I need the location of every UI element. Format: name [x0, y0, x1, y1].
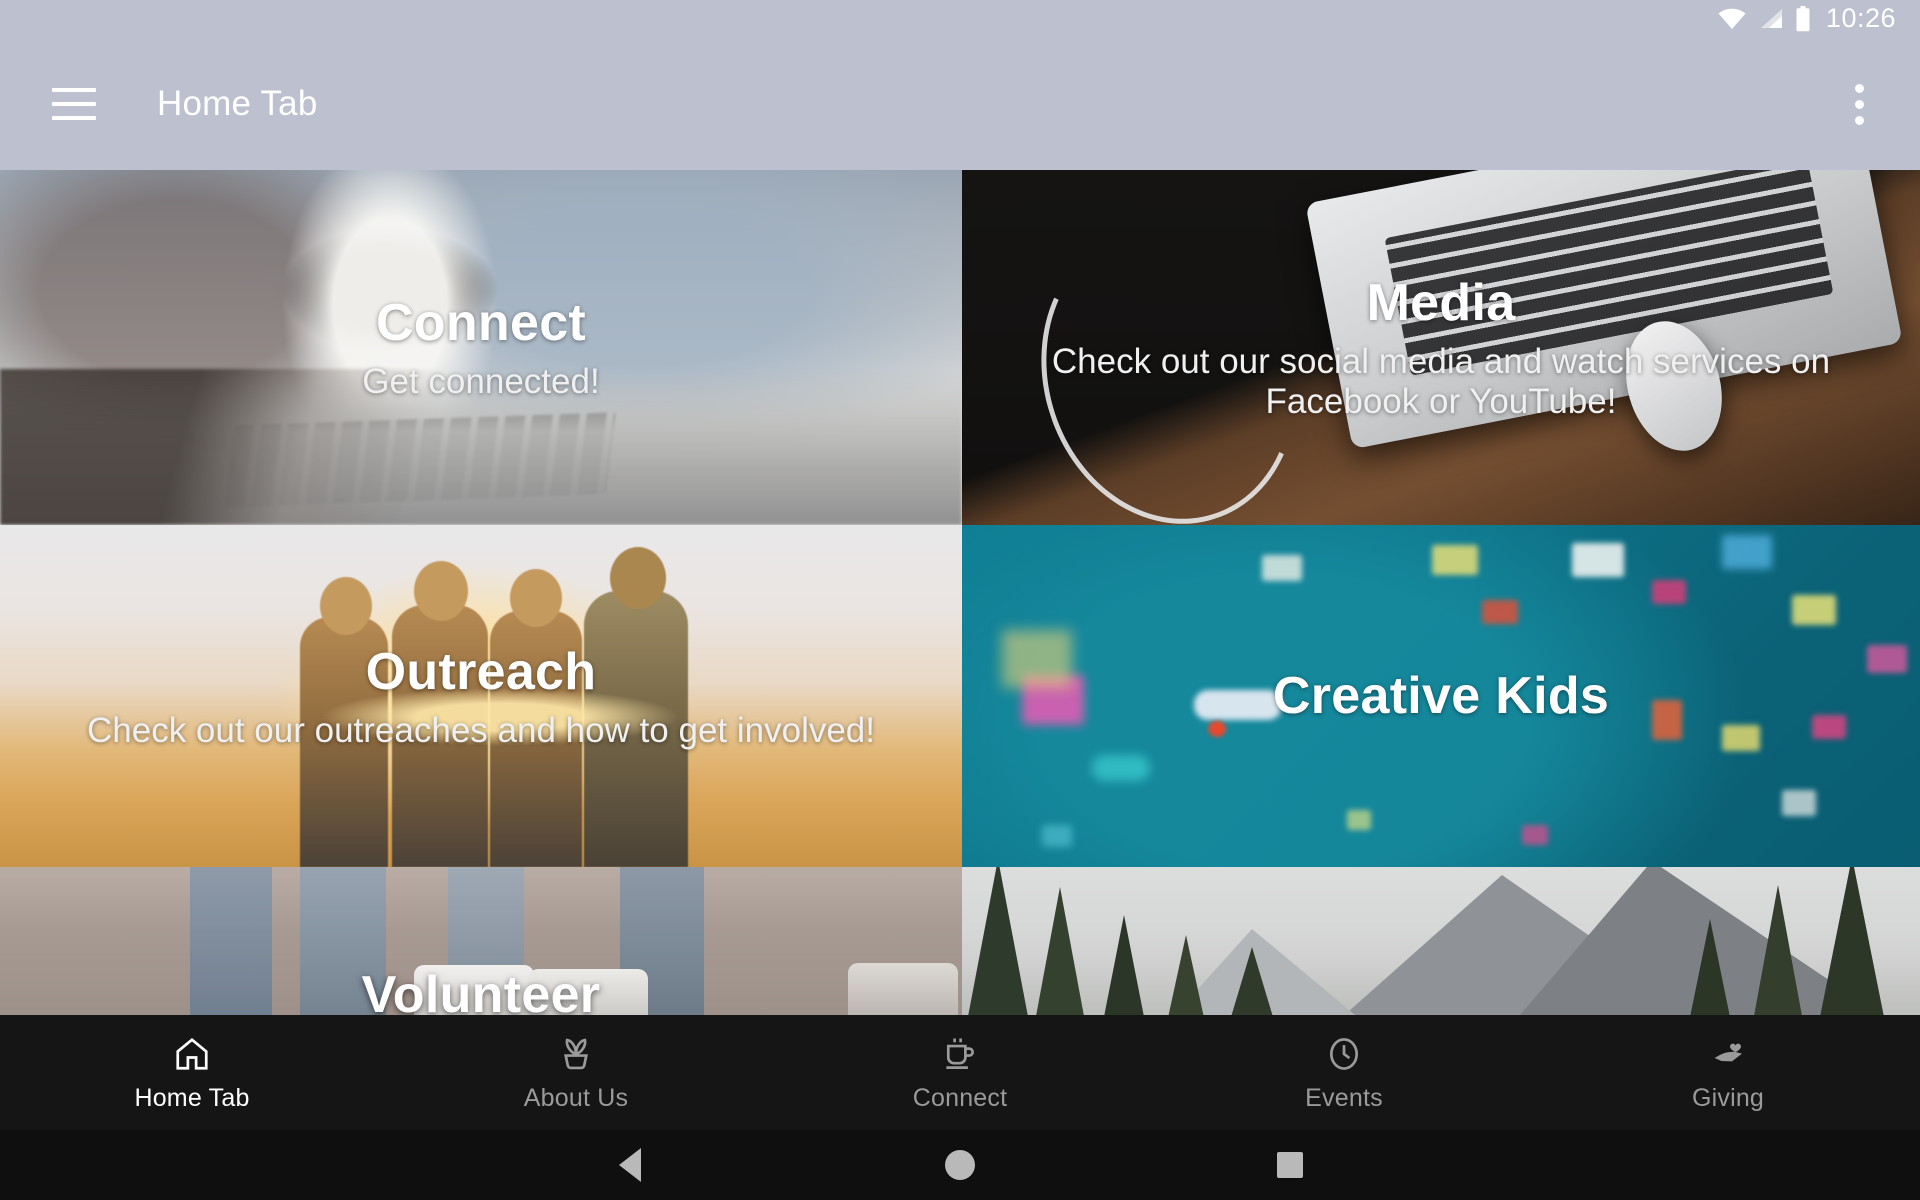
nav-label-giving: Giving — [1691, 1083, 1765, 1112]
tile-row-3: Volunteer — [0, 867, 1920, 1015]
tile-mountains[interactable] — [962, 867, 1920, 1015]
wifi-icon — [1718, 8, 1746, 30]
tile-creative-kids[interactable]: Creative Kids — [962, 525, 1920, 867]
tile-row-1: Connect Get connected! Media Check out o… — [0, 170, 1920, 525]
tile-row-2: Outreach Check out our outreaches and ho… — [0, 525, 1920, 867]
tile-outreach-subtitle: Check out our outreaches and how to get … — [87, 710, 875, 750]
tile-media-subtitle: Check out our social media and watch ser… — [1051, 342, 1831, 421]
back-triangle-icon — [619, 1148, 641, 1182]
status-bar-clock: 10:26 — [1825, 2, 1896, 33]
tile-grid: Connect Get connected! Media Check out o… — [0, 170, 1920, 1015]
recents-square-icon — [1277, 1152, 1303, 1178]
nav-label-events: Events — [1305, 1083, 1383, 1112]
nav-label-about-us: About Us — [523, 1083, 629, 1112]
status-bar: 10:26 — [0, 0, 1920, 38]
nav-item-about-us[interactable]: About Us — [384, 1033, 768, 1113]
mountains-background-image — [962, 867, 1920, 1015]
page-title: Home Tab — [157, 84, 318, 123]
sprout-icon — [557, 1033, 595, 1075]
nav-label-home-tab: Home Tab — [134, 1083, 250, 1112]
tile-creative-kids-title: Creative Kids — [1272, 667, 1610, 725]
home-icon — [173, 1033, 211, 1075]
hamburger-menu-icon[interactable] — [52, 88, 96, 120]
tile-outreach-title: Outreach — [365, 642, 597, 701]
system-recents-button[interactable] — [1125, 1152, 1455, 1178]
home-circle-icon — [945, 1150, 975, 1180]
tile-media-title: Media — [1366, 274, 1516, 333]
cellular-signal-icon — [1760, 9, 1782, 28]
nav-item-events[interactable]: Events — [1152, 1033, 1536, 1113]
coffee-cup-icon — [941, 1033, 979, 1075]
tile-connect-subtitle: Get connected! — [362, 362, 600, 402]
app-bar: Home Tab — [0, 38, 1920, 170]
giving-hand-icon — [1708, 1033, 1748, 1075]
status-bar-icons — [1717, 6, 1811, 32]
tile-connect[interactable]: Connect Get connected! — [0, 170, 962, 525]
tile-volunteer[interactable]: Volunteer — [0, 867, 962, 1015]
nav-item-home-tab[interactable]: Home Tab — [0, 1033, 384, 1113]
android-system-nav — [0, 1130, 1920, 1200]
tile-connect-title: Connect — [375, 294, 587, 353]
nav-label-connect: Connect — [912, 1083, 1008, 1112]
system-home-button[interactable] — [795, 1150, 1125, 1180]
system-back-button[interactable] — [465, 1148, 795, 1182]
clock-icon — [1325, 1033, 1363, 1075]
app-screen: 10:26 Home Tab Connect Get connected! Me… — [0, 0, 1920, 1200]
nav-item-connect[interactable]: Connect — [768, 1033, 1152, 1113]
nav-item-giving[interactable]: Giving — [1536, 1033, 1920, 1113]
tile-outreach[interactable]: Outreach Check out our outreaches and ho… — [0, 525, 962, 867]
battery-icon — [1796, 6, 1810, 32]
bottom-navigation-bar: Home Tab About Us Connect Events Giving — [0, 1015, 1920, 1130]
tile-media[interactable]: Media Check out our social media and wat… — [962, 170, 1920, 525]
tile-volunteer-title: Volunteer — [361, 966, 601, 1015]
overflow-menu-icon[interactable] — [1854, 83, 1864, 125]
